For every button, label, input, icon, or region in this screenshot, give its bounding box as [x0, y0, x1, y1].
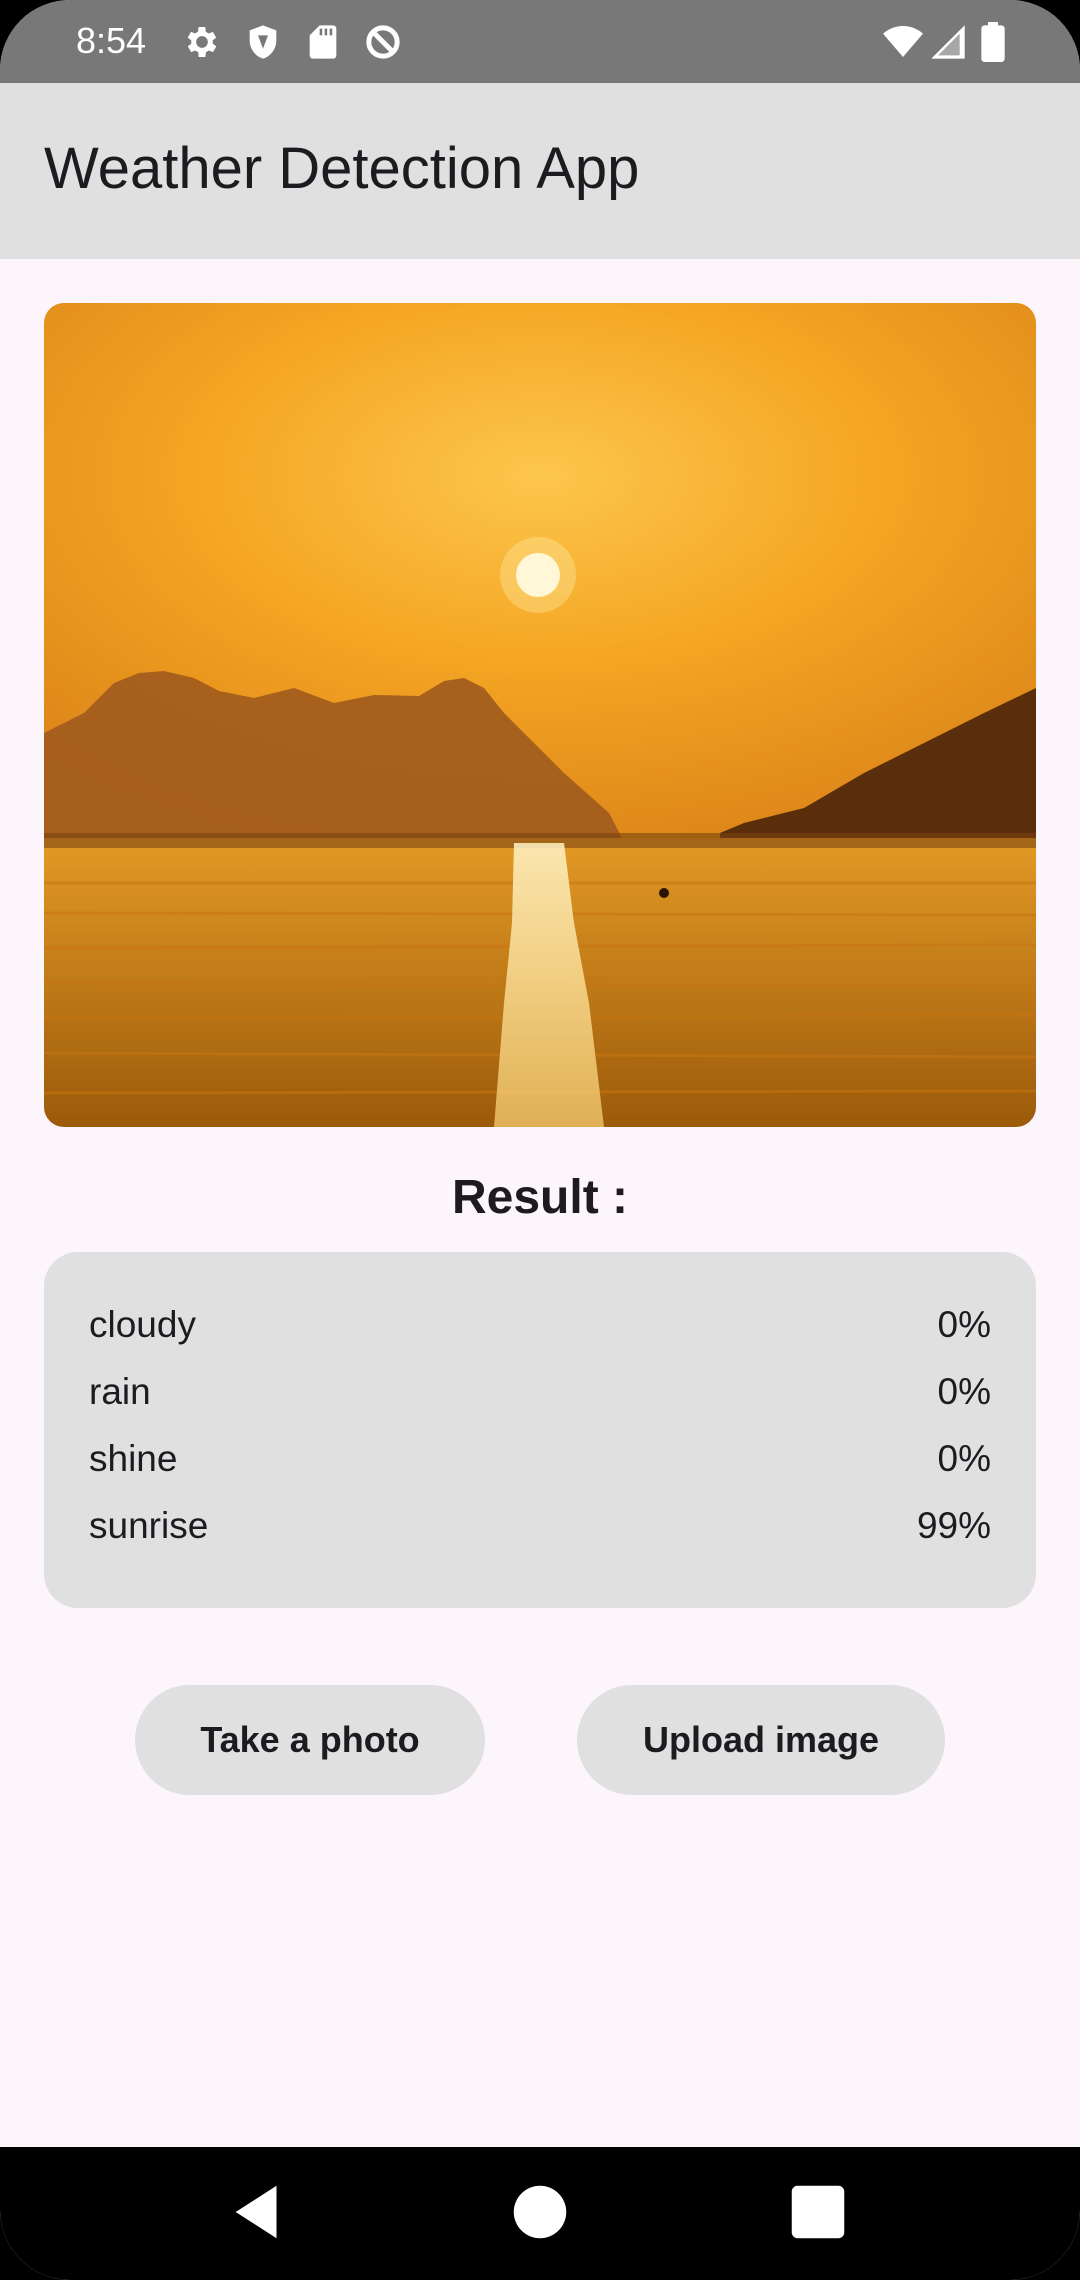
weather-photo — [44, 303, 1036, 1127]
result-value: 0% — [937, 1438, 991, 1479]
result-row-cloudy: cloudy 0% — [89, 1297, 991, 1353]
result-label: shine — [89, 1438, 178, 1479]
cellular-signal-icon — [928, 22, 968, 62]
status-bar: 8:54 — [0, 0, 1080, 83]
app-title: Weather Detection App — [44, 136, 640, 201]
sd-card-icon — [303, 22, 343, 62]
battery-icon — [980, 22, 1006, 62]
result-heading: Result : — [451, 1171, 628, 1224]
result-row-rain: rain 0% — [89, 1364, 991, 1420]
status-time: 8:54 — [76, 20, 147, 61]
take-photo-button[interactable]: Take a photo — [135, 1685, 485, 1795]
navigation-bar — [0, 2147, 1080, 2280]
result-label: cloudy — [89, 1304, 196, 1345]
data-saver-icon — [363, 22, 403, 62]
upload-image-button[interactable]: Upload image — [577, 1685, 945, 1795]
wifi-icon — [880, 22, 926, 62]
home-icon[interactable] — [505, 2177, 575, 2247]
result-card: cloudy 0% rain 0% shine 0% sunrise 99% — [44, 1252, 1036, 1608]
app-bar: Weather Detection App — [0, 83, 1080, 259]
result-value: 99% — [916, 1505, 991, 1546]
recents-icon[interactable] — [783, 2177, 853, 2247]
gear-icon — [182, 22, 222, 62]
result-value: 0% — [937, 1371, 991, 1412]
back-icon[interactable] — [224, 2177, 294, 2247]
app-screen: 8:54 Weather Detection App Result: clou… — [0, 0, 1080, 2280]
result-value: 0% — [937, 1304, 991, 1345]
result-row-shine: shine 0% — [89, 1431, 991, 1487]
result-row-sunrise: sunrise 99% — [89, 1498, 991, 1554]
result-label: sunrise — [89, 1505, 209, 1546]
shield-icon — [243, 22, 283, 62]
result-label: rain — [89, 1371, 151, 1412]
